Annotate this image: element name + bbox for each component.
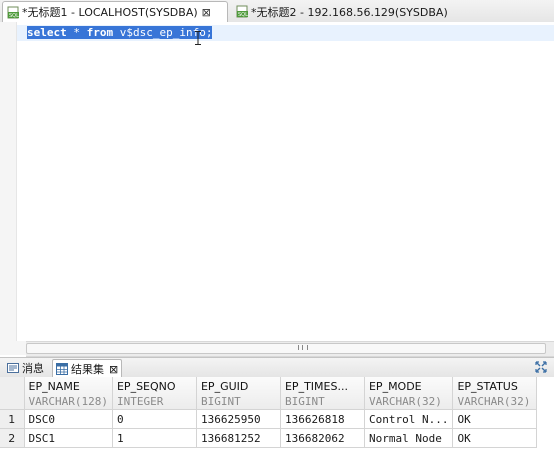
column-header[interactable]: EP_MODE VARCHAR(32) (364, 377, 454, 410)
table-cell[interactable]: 136625950 (196, 409, 281, 429)
table-row[interactable]: 2 DSC1 1 136681252 136682062 Normal Node… (0, 428, 538, 448)
column-header[interactable]: EP_GUID BIGINT (196, 377, 281, 410)
tab-label: 消息 (22, 362, 44, 375)
table-cell[interactable]: OK (452, 409, 538, 429)
column-type: VARCHAR(32) (457, 395, 531, 408)
scrollbar-thumb[interactable] (26, 343, 546, 354)
tab-result-set[interactable]: 结果集 ⊠ (52, 359, 123, 378)
column-type: BIGINT (284, 395, 325, 408)
table-cell[interactable]: 136626818 (280, 409, 365, 429)
tab-label: 结果集 (71, 363, 104, 376)
table-cell[interactable]: 1 (112, 428, 197, 448)
table-cell[interactable]: Control N... (364, 409, 454, 429)
column-type: INTEGER (116, 395, 164, 408)
editor-gutter (0, 22, 17, 342)
sql-keyword: from (86, 26, 114, 39)
column-name: EP_NAME (28, 380, 80, 393)
tab-label: *无标题1 - LOCALHOST(SYSDBA) (22, 6, 198, 19)
column-name: EP_TIMES... (284, 380, 348, 393)
column-name: EP_GUID (200, 380, 249, 393)
column-type: BIGINT (200, 395, 241, 408)
tab-untitled-1[interactable]: SQL *无标题1 - LOCALHOST(SYSDBA) ⊠ (2, 1, 228, 22)
sql-keyword: select (27, 26, 67, 39)
column-type: VARCHAR(32) (368, 395, 442, 408)
table-cell[interactable]: DSC1 (24, 428, 113, 448)
svg-text:SQL: SQL (238, 12, 248, 18)
table-cell[interactable]: OK (452, 428, 538, 448)
column-name: EP_STATUS (457, 380, 518, 393)
maximize-icon[interactable] (534, 360, 548, 374)
table-cell[interactable]: 136682062 (280, 428, 365, 448)
tab-label: *无标题2 - 192.168.56.129(SYSDBA) (251, 5, 448, 19)
table-cell[interactable]: 136681252 (196, 428, 281, 448)
row-number[interactable]: 2 (0, 428, 25, 448)
table-row[interactable]: 1 DSC0 0 136625950 136626818 Control N..… (0, 409, 538, 429)
result-panel-tabs: 消息 结果集 ⊠ (0, 357, 554, 379)
horizontal-scrollbar[interactable] (26, 341, 554, 357)
editor-tab-bar: SQL *无标题1 - LOCALHOST(SYSDBA) ⊠ SQL *无标题… (0, 0, 554, 23)
sql-file-icon: SQL (236, 5, 248, 18)
table-cell[interactable]: 0 (112, 409, 197, 429)
sql-text: * (66, 26, 87, 39)
column-name: EP_SEQNO (116, 380, 176, 393)
scrollbar-corner (0, 341, 26, 355)
close-icon[interactable]: ⊠ (202, 6, 211, 19)
column-type: VARCHAR(128) (28, 395, 108, 408)
column-name: EP_MODE (368, 380, 422, 393)
column-header[interactable]: EP_STATUS VARCHAR(32) (452, 377, 538, 410)
result-table: EP_NAME VARCHAR(128) EP_SEQNO INTEGER EP_G… (0, 377, 538, 448)
column-header[interactable]: EP_TIMES... BIGINT (280, 377, 365, 410)
row-number[interactable]: 1 (0, 409, 25, 429)
svg-text:SQL: SQL (9, 13, 19, 19)
message-icon (7, 363, 19, 373)
table-cell[interactable]: DSC0 (24, 409, 113, 429)
result-grid[interactable]: EP_NAME VARCHAR(128) EP_SEQNO INTEGER EP_G… (0, 377, 554, 451)
grid-corner[interactable] (0, 377, 25, 410)
sql-code-line[interactable]: select * from v$dsc_ep_info; (27, 25, 213, 41)
text-cursor-icon (195, 31, 201, 45)
column-header[interactable]: EP_NAME VARCHAR(128) (24, 377, 113, 410)
close-icon[interactable]: ⊠ (109, 363, 118, 376)
scrollbar-grip-icon (298, 345, 308, 350)
column-header[interactable]: EP_SEQNO INTEGER (112, 377, 197, 410)
tab-untitled-2[interactable]: SQL *无标题2 - 192.168.56.129(SYSDBA) (232, 2, 462, 21)
table-icon (56, 363, 68, 375)
tab-messages[interactable]: 消息 (4, 359, 47, 377)
sql-file-icon: SQL (7, 6, 19, 19)
table-cell[interactable]: Normal Node (364, 428, 454, 448)
sql-editor[interactable]: select * from v$dsc_ep_info; (0, 22, 554, 342)
